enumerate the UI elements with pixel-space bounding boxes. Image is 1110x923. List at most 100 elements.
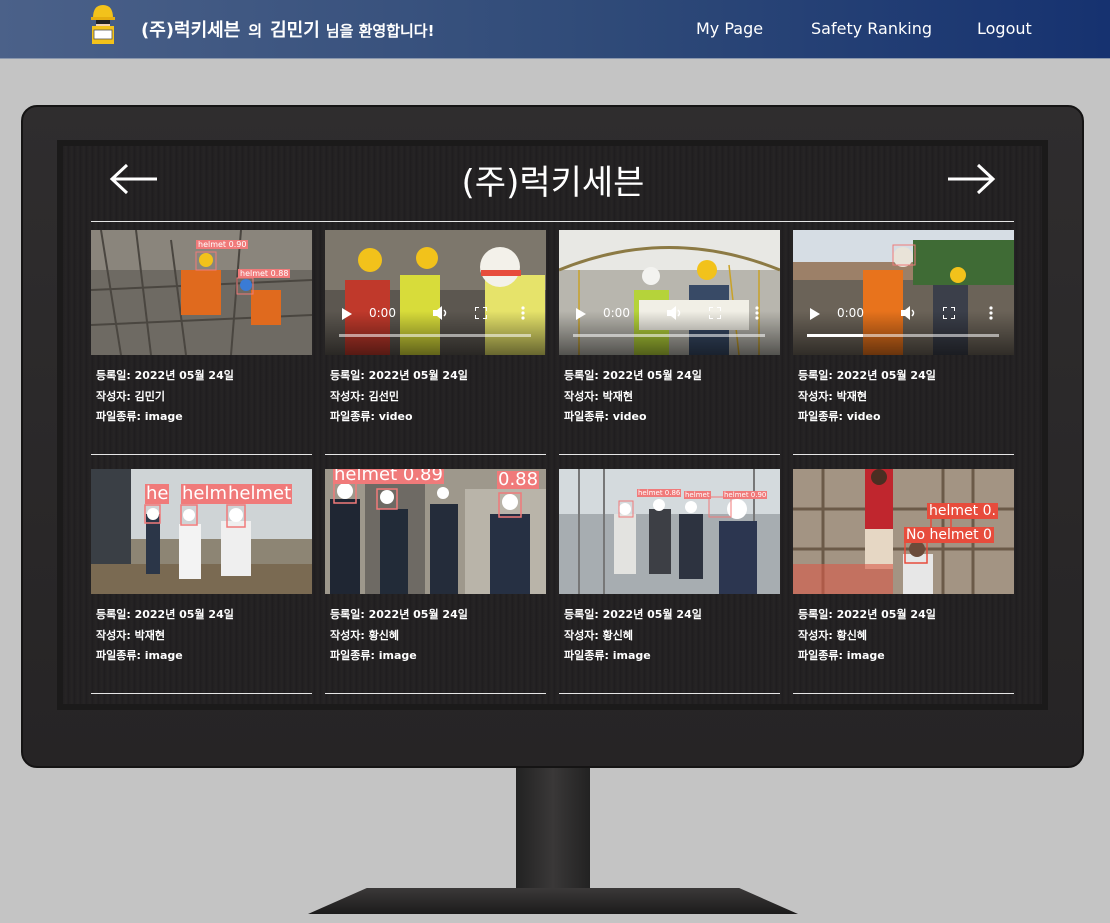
post-author: 작성자: 황신혜	[564, 628, 633, 642]
detection-label: No helmet 0	[904, 527, 994, 543]
post-author: 작성자: 김선민	[330, 389, 399, 403]
post-meta: 등록일: 2022년 05월 24일 작성자: 황신혜 파일종류: image	[559, 594, 780, 667]
post-card[interactable]: 0:00 등록일: 2022년 05월 24일 작성자: 김선민 파일종류: v…	[325, 230, 546, 455]
nav-my-page-link[interactable]: My Page	[696, 19, 763, 38]
post-thumbnail-image[interactable]: helmet 0. No helmet 0	[793, 469, 1014, 594]
play-icon[interactable]	[810, 308, 820, 320]
card-divider	[91, 454, 312, 455]
post-author: 작성자: 박재현	[798, 389, 867, 403]
post-meta: 등록일: 2022년 05월 24일 작성자: 박재현 파일종류: image	[91, 594, 312, 667]
company-name: (주)럭키세븐	[141, 20, 241, 41]
video-progress-fill	[807, 334, 863, 337]
arrow-right-icon[interactable]	[946, 162, 996, 196]
post-meta: 등록일: 2022년 05월 24일 작성자: 황신혜 파일종류: image	[325, 594, 546, 667]
post-thumbnail-image[interactable]: helmet 0.89 0.88	[325, 469, 546, 594]
post-video-player[interactable]: 0:00	[559, 230, 780, 355]
post-date: 등록일: 2022년 05월 24일	[798, 369, 936, 382]
play-icon[interactable]	[342, 308, 352, 320]
top-navbar: (주)럭키세븐 의 김민기 님을 환영합니다! My Page Safety Rank…	[0, 0, 1110, 59]
post-thumbnail-image[interactable]: helmet 0.86 helmet helmet 0.90	[559, 469, 780, 594]
post-video-player[interactable]: 0:00	[793, 230, 1014, 355]
post-meta: 등록일: 2022년 05월 24일 작성자: 김선민 파일종류: video	[325, 355, 546, 428]
detection-label: helmet 0.86	[637, 489, 682, 497]
post-author: 작성자: 박재현	[96, 628, 165, 642]
detection-label: helmet 0.88	[238, 269, 291, 278]
monitor-stand-base	[308, 888, 798, 914]
volume-icon[interactable]	[667, 306, 683, 320]
detection-label: helmet	[684, 491, 711, 499]
detection-label: helmet	[227, 483, 293, 504]
post-date: 등록일: 2022년 05월 24일	[330, 369, 468, 382]
play-icon[interactable]	[576, 308, 586, 320]
post-meta: 등록일: 2022년 05월 24일 작성자: 황신혜 파일종류: image	[793, 594, 1014, 667]
card-divider	[325, 693, 546, 694]
nav-safety-ranking-link[interactable]: Safety Ranking	[811, 19, 932, 38]
nav-logout-link[interactable]: Logout	[977, 19, 1032, 38]
detection-label: helmet 0.	[927, 503, 998, 519]
card-divider	[793, 693, 1014, 694]
post-card[interactable]: he helmet helmet 등록일: 2022년 05월 24일 작성자:…	[91, 469, 312, 694]
card-divider	[559, 454, 780, 455]
detection-label: helmet 0.90	[723, 491, 768, 499]
user-name: 김민기	[270, 20, 320, 41]
post-file-type: 파일종류: video	[330, 410, 413, 423]
post-date: 등록일: 2022년 05월 24일	[798, 608, 936, 621]
card-divider	[91, 693, 312, 694]
post-file-type: 파일종류: image	[330, 649, 417, 662]
post-author: 작성자: 황신혜	[798, 628, 867, 642]
post-meta: 등록일: 2022년 05월 24일 작성자: 박재현 파일종류: video	[793, 355, 1014, 428]
post-file-type: 파일종류: image	[564, 649, 651, 662]
construction-photo	[559, 469, 780, 594]
post-author: 작성자: 김민기	[96, 389, 165, 403]
volume-icon[interactable]	[433, 306, 449, 320]
post-card[interactable]: helmet 0.90 helmet 0.88 등록일: 2022년 05월 2…	[91, 230, 312, 455]
post-date: 등록일: 2022년 05월 24일	[564, 608, 702, 621]
post-file-type: 파일종류: video	[564, 410, 647, 423]
video-progress-bar[interactable]	[807, 334, 999, 337]
post-file-type: 파일종류: image	[798, 649, 885, 662]
video-time: 0:00	[603, 306, 630, 320]
welcome-conj: 의	[248, 22, 263, 40]
post-date: 등록일: 2022년 05월 24일	[96, 369, 234, 382]
more-options-icon[interactable]	[521, 306, 525, 320]
welcome-suffix: 님을 환영합니다!	[325, 22, 435, 40]
title-divider	[91, 221, 1014, 222]
detection-label: helmet 0.90	[196, 240, 249, 249]
video-time: 0:00	[837, 306, 864, 320]
post-meta: 등록일: 2022년 05월 24일 작성자: 박재현 파일종류: video	[559, 355, 780, 428]
fullscreen-icon[interactable]	[475, 307, 487, 319]
detection-label: he	[145, 483, 170, 504]
safety-first-logo[interactable]	[86, 2, 120, 46]
post-card[interactable]: 0:00 등록일: 2022년 05월 24일 작성자: 박재현 파일종류: v…	[793, 230, 1014, 455]
post-card[interactable]: 0:00 등록일: 2022년 05월 24일 작성자: 박재현 파일종류: v…	[559, 230, 780, 455]
card-divider	[559, 693, 780, 694]
post-thumbnail-image[interactable]: he helmet helmet	[91, 469, 312, 594]
post-author: 작성자: 박재현	[564, 389, 633, 403]
volume-icon[interactable]	[901, 306, 917, 320]
detection-label: helmet 0.89	[333, 469, 444, 484]
post-video-player[interactable]: 0:00	[325, 230, 546, 355]
post-thumbnail-image[interactable]: helmet 0.90 helmet 0.88	[91, 230, 312, 355]
fullscreen-icon[interactable]	[943, 307, 955, 319]
video-time: 0:00	[369, 306, 396, 320]
post-card[interactable]: helmet 0.89 0.88 등록일: 2022년 05월 24일 작성자:…	[325, 469, 546, 694]
welcome-message: (주)럭키세븐 의 김민기 님을 환영합니다!	[141, 16, 434, 42]
post-date: 등록일: 2022년 05월 24일	[330, 608, 468, 621]
post-date: 등록일: 2022년 05월 24일	[96, 608, 234, 621]
detection-label: 0.88	[497, 469, 540, 490]
post-author: 작성자: 황신혜	[330, 628, 399, 642]
fullscreen-icon[interactable]	[709, 307, 721, 319]
arrow-left-icon[interactable]	[109, 162, 159, 196]
more-options-icon[interactable]	[755, 306, 759, 320]
video-progress-bar[interactable]	[573, 334, 765, 337]
more-options-icon[interactable]	[989, 306, 993, 320]
monitor-stand-neck	[516, 768, 590, 890]
video-progress-bar[interactable]	[339, 334, 531, 337]
post-date: 등록일: 2022년 05월 24일	[564, 369, 702, 382]
card-divider	[793, 454, 1014, 455]
post-card[interactable]: helmet 0. No helmet 0 등록일: 2022년 05월 24일…	[793, 469, 1014, 694]
post-meta: 등록일: 2022년 05월 24일 작성자: 김민기 파일종류: image	[91, 355, 312, 428]
gallery-title: (주)럭키세븐	[461, 163, 645, 203]
post-file-type: 파일종류: image	[96, 410, 183, 423]
post-card[interactable]: helmet 0.86 helmet helmet 0.90 등록일: 2022…	[559, 469, 780, 694]
